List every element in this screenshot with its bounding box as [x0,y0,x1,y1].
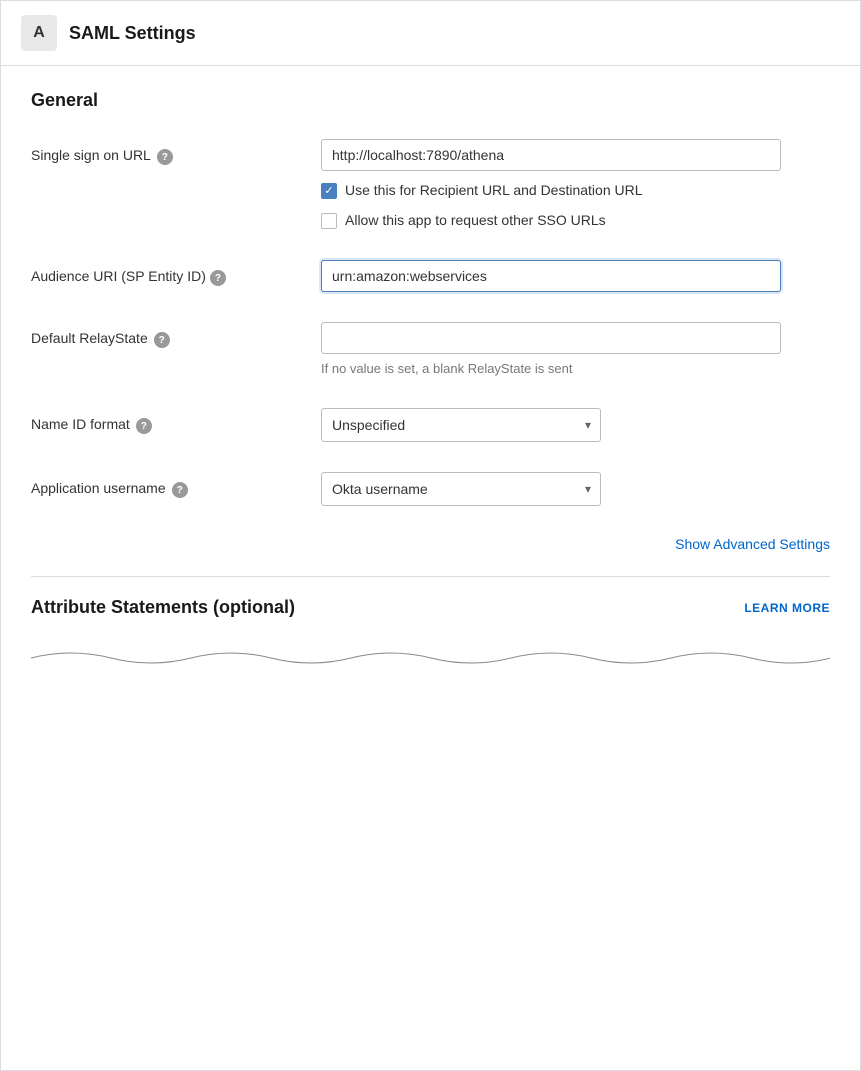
attribute-statements-section: Attribute Statements (optional) LEARN MO… [31,597,830,628]
relay-state-input[interactable] [321,322,781,354]
audience-uri-row: Audience URI (SP Entity ID) ? [31,260,830,292]
single-sign-on-row: Single sign on URL ? ✓ Use this for Reci… [31,139,830,230]
show-advanced-settings-link[interactable]: Show Advanced Settings [675,536,830,552]
section-divider [31,576,830,577]
audience-uri-input[interactable] [321,260,781,292]
audience-uri-label-part1: Audience URI (SP Entity [31,268,183,284]
name-id-format-select[interactable]: Unspecified EmailAddress X509SubjectName… [321,408,601,442]
application-username-label: Application username [31,480,166,496]
audience-uri-label-wrap: Audience URI (SP Entity ID) ? [31,260,321,286]
name-id-format-label: Name ID format [31,416,130,432]
header-icon: A [21,15,57,51]
audience-uri-label-part2: ID) [187,268,206,284]
recipient-url-checkbox[interactable]: ✓ [321,183,337,199]
learn-more-link[interactable]: LEARN MORE [744,601,830,615]
page-header: A SAML Settings [1,1,860,66]
relay-state-label: Default RelayState [31,330,148,346]
audience-uri-control-wrap [321,260,830,292]
application-username-row: Application username ? Okta username Ema… [31,472,830,506]
attribute-statements-title: Attribute Statements (optional) [31,597,295,618]
other-sso-checkbox[interactable] [321,213,337,229]
general-section-title: General [31,90,830,111]
single-sign-on-label-wrap: Single sign on URL ? [31,139,321,165]
application-username-help-icon[interactable]: ? [172,482,188,498]
other-sso-checkbox-wrap [321,213,337,229]
main-content: General Single sign on URL ? ✓ Use this … [1,66,860,692]
checkbox-check-icon: ✓ [324,186,333,197]
recipient-url-checkbox-label: Use this for Recipient URL and Destinati… [345,181,643,201]
single-sign-on-control-wrap: ✓ Use this for Recipient URL and Destina… [321,139,830,230]
relay-state-control-wrap: If no value is set, a blank RelayState i… [321,322,830,378]
recipient-url-checkbox-wrap: ✓ [321,183,337,199]
audience-uri-help-icon[interactable]: ? [210,270,226,286]
application-username-select-wrap: Okta username Email AD SAM Account Name … [321,472,601,506]
application-username-label-wrap: Application username ? [31,472,321,498]
name-id-format-help-icon[interactable]: ? [136,418,152,434]
show-advanced-wrap: Show Advanced Settings [31,536,830,552]
recipient-url-checkbox-row: ✓ Use this for Recipient URL and Destina… [321,181,830,201]
relay-state-hint: If no value is set, a blank RelayState i… [321,360,830,378]
name-id-format-control-wrap: Unspecified EmailAddress X509SubjectName… [321,408,830,442]
single-sign-on-help-icon[interactable]: ? [157,149,173,165]
page-container: A SAML Settings General Single sign on U… [0,0,861,1071]
page-title: SAML Settings [69,23,196,44]
application-username-select[interactable]: Okta username Email AD SAM Account Name … [321,472,601,506]
other-sso-checkbox-row: Allow this app to request other SSO URLs [321,211,830,231]
relay-state-row: Default RelayState ? If no value is set,… [31,322,830,378]
relay-state-help-icon[interactable]: ? [154,332,170,348]
application-username-control-wrap: Okta username Email AD SAM Account Name … [321,472,830,506]
name-id-format-row: Name ID format ? Unspecified EmailAddres… [31,408,830,442]
relay-state-label-wrap: Default RelayState ? [31,322,321,348]
other-sso-checkbox-label: Allow this app to request other SSO URLs [345,211,606,231]
single-sign-on-label: Single sign on URL [31,147,151,163]
name-id-format-select-wrap: Unspecified EmailAddress X509SubjectName… [321,408,601,442]
bottom-wave-decoration [31,648,830,668]
header-icon-label: A [33,24,45,42]
single-sign-on-input[interactable] [321,139,781,171]
name-id-format-label-wrap: Name ID format ? [31,408,321,434]
